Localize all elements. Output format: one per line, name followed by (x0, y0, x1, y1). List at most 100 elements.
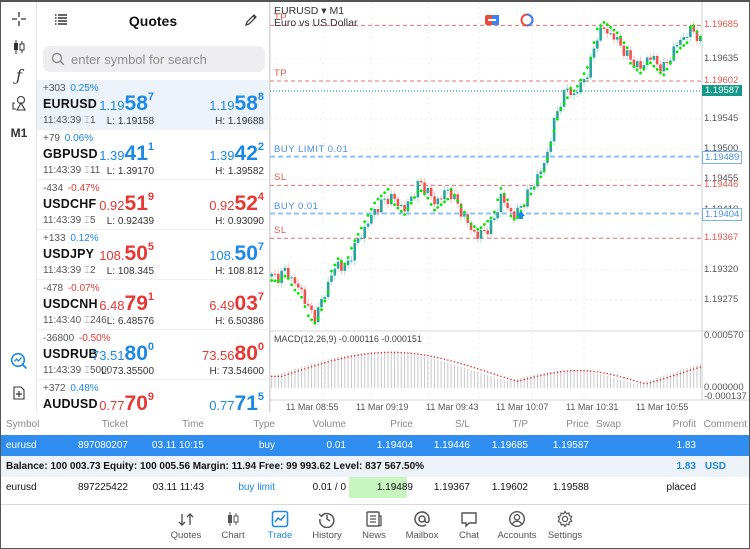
trade-table: Symbol Ticket Time Type Volume Price S/L… (1, 414, 749, 504)
price-prefix: 0.92 (209, 198, 235, 213)
col-type[interactable]: Type (253, 419, 275, 430)
level-label[interactable]: BUY 0.01 (274, 201, 319, 212)
macd-signal-dot (606, 372, 609, 375)
price-point: 0 (147, 341, 154, 353)
nav-history[interactable]: History (303, 509, 351, 541)
nav-chat[interactable]: Chat (445, 509, 493, 541)
level-label[interactable]: TP (274, 68, 287, 79)
bid-price[interactable]: 0.92519 (99, 191, 154, 216)
clock-icon-half (526, 13, 534, 27)
price-prefix: 0.77 (99, 398, 125, 412)
macd-signal-dot (407, 352, 409, 354)
sar-dot (512, 217, 516, 221)
col-volume[interactable]: Volume (313, 419, 346, 430)
sar-dot (489, 216, 493, 220)
candle-body (489, 220, 493, 235)
position-row[interactable]: eurusd 897080207 03.11 10:15 buy 0.01 1.… (1, 435, 749, 456)
candle-body (386, 198, 390, 205)
change-points: +303 (43, 83, 66, 94)
bid-price[interactable]: 6.48791 (99, 291, 154, 316)
candle-body (526, 189, 529, 207)
quote-time: 11:43:39 ⌶5 (43, 215, 96, 226)
level-label[interactable]: SL (274, 172, 287, 183)
quote-row[interactable]: +133 0.12% USDJPY 11:43:39 ⌶2 108.505 108.50… (37, 230, 269, 280)
time-axis-label: 11 Mar 10:31 (566, 402, 619, 412)
col-swap[interactable]: Swap (596, 419, 621, 430)
macd-signal-dot (483, 370, 486, 372)
nav-trade[interactable]: Trade (256, 509, 304, 541)
quote-row[interactable]: +372 0.48% AUDUSD 0.77709 0.77715 (37, 380, 269, 412)
level-label[interactable]: BUY LIMIT 0.01 (274, 144, 348, 155)
edit-icon[interactable] (243, 12, 259, 28)
col-ticket[interactable]: Ticket (102, 419, 128, 430)
price-pips: 58 (234, 92, 258, 115)
col-profit[interactable]: Profit (673, 419, 696, 430)
macd-signal-dot (400, 351, 403, 354)
sar-dot (286, 277, 290, 280)
ask-price[interactable]: 6.49037 (209, 291, 264, 316)
price-prefix: 108. (209, 248, 235, 263)
ask-price[interactable]: 0.77715 (209, 391, 264, 412)
col-tp[interactable]: T/P (512, 419, 528, 430)
quote-row[interactable]: +303 0.25% EURUSD 11:43:39 ⌶1 1.19587 1.1958… (37, 80, 269, 130)
low-price: L: 1.39170 (106, 166, 154, 177)
symbol-search[interactable] (43, 46, 265, 72)
ask-price[interactable]: 1.39422 (209, 141, 264, 166)
nav-settings[interactable]: Settings (541, 509, 589, 541)
chart-area[interactable]: EURUSD ▾ M1 Euro vs US Dollar 1.19635 1.1… (270, 2, 749, 412)
ask-price[interactable]: 1.19588 (209, 91, 264, 116)
quote-row[interactable]: -434 -0.47% USDCHF 11:43:39 ⌶5 0.92519 0.925… (37, 180, 269, 230)
new-order-button[interactable] (1, 380, 37, 406)
bid-price[interactable]: 108.505 (99, 241, 154, 266)
col-time[interactable]: Time (182, 419, 204, 430)
change-points: +79 (43, 133, 60, 144)
level-label[interactable]: TP (274, 12, 287, 23)
level-price-tag: 1.19404 (702, 207, 743, 221)
chart-canvas[interactable] (270, 2, 749, 412)
quote-row[interactable]: +79 0.06% GBPUSD 11:43:39 ⌶11 1.39411 1.3942… (37, 130, 269, 180)
col-current-price[interactable]: Price (566, 419, 589, 430)
sar-dot (499, 187, 503, 190)
ask-price[interactable]: 108.507 (209, 241, 264, 266)
position-type: buy (258, 440, 275, 451)
quote-row[interactable]: -36800 -0.50% USDRUB 11:43:39 ⌶5000 73.5180… (37, 330, 269, 380)
trade-signal-button[interactable] (1, 348, 37, 374)
ask-price[interactable]: 0.92524 (209, 191, 264, 216)
order-row[interactable]: eurusd 897225422 03.11 11:43 buy limit 0… (1, 477, 749, 498)
nav-news[interactable]: News (350, 509, 398, 541)
quotes-title: Quotes (128, 13, 178, 29)
indicators-button[interactable]: ƒ (1, 62, 37, 88)
col-sl[interactable]: S/L (455, 419, 470, 430)
col-price[interactable]: Price (390, 419, 413, 430)
bid-price[interactable]: 1.19587 (99, 91, 154, 116)
ask-price[interactable]: 73.56800 (202, 341, 264, 366)
timeframe-button[interactable]: M1 (1, 120, 37, 146)
quote-row[interactable]: -478 -0.07% USDCNH 11:43:40 ⌶246 6.48791 6.4… (37, 280, 269, 330)
candle-body (330, 275, 333, 282)
macd-signal-dot (437, 356, 439, 359)
chart-type-button[interactable] (1, 34, 37, 60)
search-input[interactable] (71, 51, 251, 67)
nav-quotes[interactable]: Quotes (162, 509, 210, 541)
nav-chart[interactable]: Chart (209, 509, 257, 541)
macd-signal-dot (493, 373, 496, 375)
bid-price[interactable]: 0.77709 (99, 391, 154, 412)
function-icon: ƒ (16, 65, 22, 85)
price-point: 2 (257, 141, 264, 153)
quote-change: -478 -0.07% (43, 283, 99, 294)
col-comment[interactable]: Comment (704, 419, 747, 430)
price-prefix: 1.19 (99, 98, 125, 113)
bid-price[interactable]: 73.51800 (92, 341, 154, 366)
quotes-icon (178, 513, 194, 526)
col-symbol[interactable]: Symbol (6, 419, 39, 430)
nav-mailbox[interactable]: Mailbox (398, 509, 446, 541)
level-label[interactable]: SL (274, 225, 287, 236)
macd-signal-dot (526, 377, 529, 380)
nav-accounts[interactable]: Accounts (493, 509, 541, 541)
macd-signal-dot (430, 355, 432, 358)
candle-body (509, 208, 513, 212)
candle-body (310, 305, 313, 311)
objects-button[interactable] (1, 90, 37, 116)
crosshair-button[interactable] (1, 6, 37, 32)
bid-price[interactable]: 1.39411 (99, 141, 154, 166)
